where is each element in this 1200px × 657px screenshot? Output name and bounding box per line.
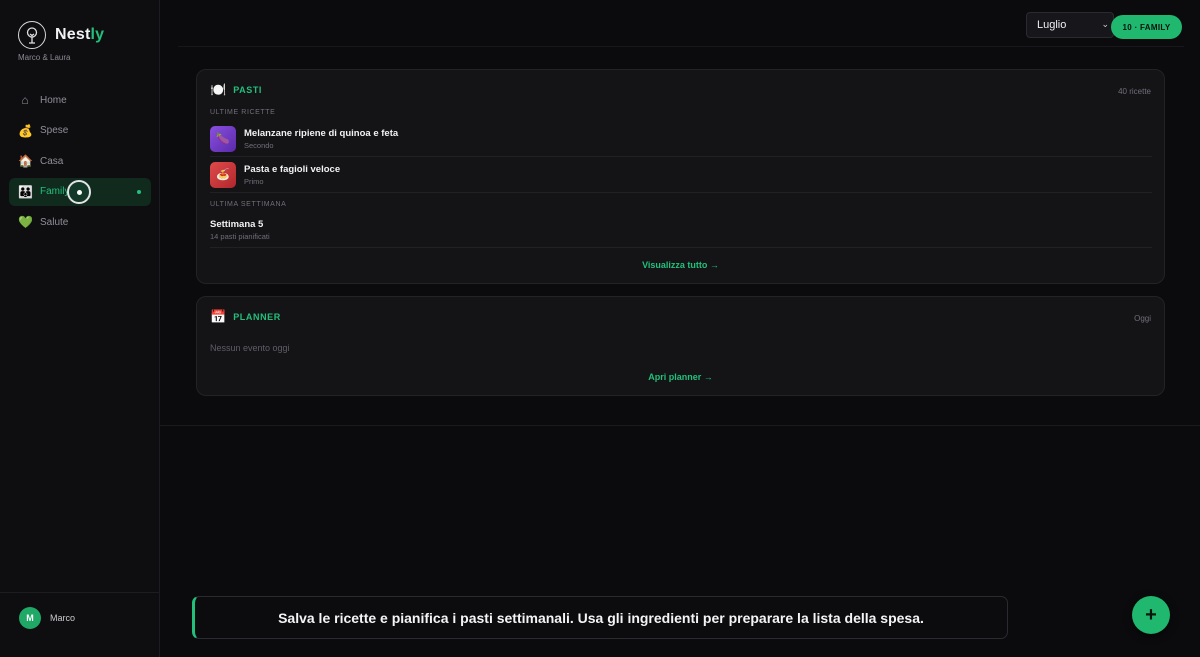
green-heart-icon: 💚 — [18, 215, 33, 229]
sidebar-nav: ⌂ Home 💰 Spese 🏠 Casa 👪 Family 💚 Salute — [9, 86, 151, 239]
empty-state-text: Nessun evento oggi — [210, 343, 290, 353]
household-name: Marco & Laura — [18, 53, 71, 62]
family-icon: 👪 — [18, 184, 33, 199]
sidebar-item-label: Family — [40, 186, 70, 197]
recipe-category: Secondo — [244, 140, 274, 150]
recipe-thumbnail: 🍝 — [210, 161, 236, 188]
planner-card: 📅 PLANNER Oggi Nessun evento oggi Apri p… — [196, 296, 1165, 396]
hint-toast: Salva le ricette e pianifica i pasti set… — [192, 596, 1008, 639]
card-title: PASTI — [233, 84, 263, 95]
planner-header: 📅 PLANNER — [210, 310, 281, 323]
month-select[interactable]: Luglio ⌄ — [1026, 12, 1114, 38]
card-title: PLANNER — [233, 311, 281, 322]
content-divider — [160, 425, 1200, 426]
pasti-header: 🍽️ PASTI — [210, 83, 262, 96]
sidebar-item-label: Home — [40, 94, 67, 106]
home-icon: ⌂ — [21, 93, 29, 107]
sidebar-item-label: Spese — [40, 125, 69, 136]
top-bar: Luglio ⌄ 10 · FAMILY — [178, 0, 1184, 47]
week-item[interactable]: Settimana 5 14 pasti pianificati — [210, 214, 1152, 248]
sidebar-item-spese[interactable]: 💰 Spese — [9, 117, 151, 145]
week-subtitle: 14 pasti pianificati — [210, 232, 270, 241]
sidebar-item-salute[interactable]: 💚 Salute — [9, 208, 151, 236]
money-bag-icon: 💰 — [18, 123, 33, 138]
list-item[interactable]: 🍝 Pasta e fagioli veloce Primo — [210, 157, 1152, 193]
sidebar-item-casa[interactable]: 🏠 Casa — [9, 147, 151, 175]
calendar-icon: 📅 — [210, 309, 227, 324]
pasti-card: 🍽️ PASTI 40 ricette ULTIME RICETTE 🍆 Mel… — [196, 69, 1165, 284]
tree-logo-icon — [18, 21, 46, 49]
view-all-link[interactable]: Visualizza tutto → — [197, 260, 1164, 270]
section-label: ULTIME RICETTE — [210, 109, 276, 116]
add-button[interactable]: + — [1132, 596, 1170, 634]
cursor-indicator — [67, 180, 91, 204]
planner-date: Oggi — [1134, 314, 1151, 323]
sidebar: Nestly Marco & Laura ⌂ Home 💰 Spese 🏠 Ca… — [0, 0, 160, 657]
active-indicator-dot — [137, 189, 141, 194]
user-profile[interactable]: M Marco — [0, 592, 159, 657]
avatar: M — [19, 607, 41, 629]
week-title: Settimana 5 — [210, 219, 264, 230]
recipe-title: Melanzane ripiene di quinoa e feta — [244, 127, 399, 139]
list-item[interactable]: 🍆 Melanzane ripiene di quinoa e feta Sec… — [210, 121, 1152, 157]
eggplant-icon: 🍆 — [216, 133, 230, 145]
toast-message: Salva le ricette e pianifica i pasti set… — [278, 609, 924, 626]
module-badge: 10 · FAMILY — [1111, 15, 1182, 39]
plate-cutlery-icon: 🍽️ — [210, 82, 227, 97]
house-icon: 🏠 — [18, 154, 33, 168]
brand[interactable]: Nestly — [18, 21, 104, 49]
sidebar-item-home[interactable]: ⌂ Home — [9, 86, 151, 114]
month-select-value: Luglio — [1037, 19, 1067, 31]
recipe-category: Primo — [244, 176, 264, 186]
chevron-down-icon: ⌄ — [1101, 19, 1109, 29]
recipe-thumbnail: 🍆 — [210, 125, 236, 152]
user-name: Marco — [50, 613, 76, 623]
section-label: ULTIMA SETTIMANA — [210, 201, 287, 208]
sidebar-item-label: Salute — [40, 216, 69, 228]
pasta-icon: 🍝 — [216, 169, 230, 181]
brand-name: Nestly — [55, 26, 105, 43]
sidebar-item-label: Casa — [40, 155, 64, 167]
recipe-title: Pasta e fagioli veloce — [244, 163, 341, 175]
recipe-count: 40 ricette — [1118, 87, 1151, 96]
open-planner-link[interactable]: Apri planner → — [197, 372, 1164, 382]
